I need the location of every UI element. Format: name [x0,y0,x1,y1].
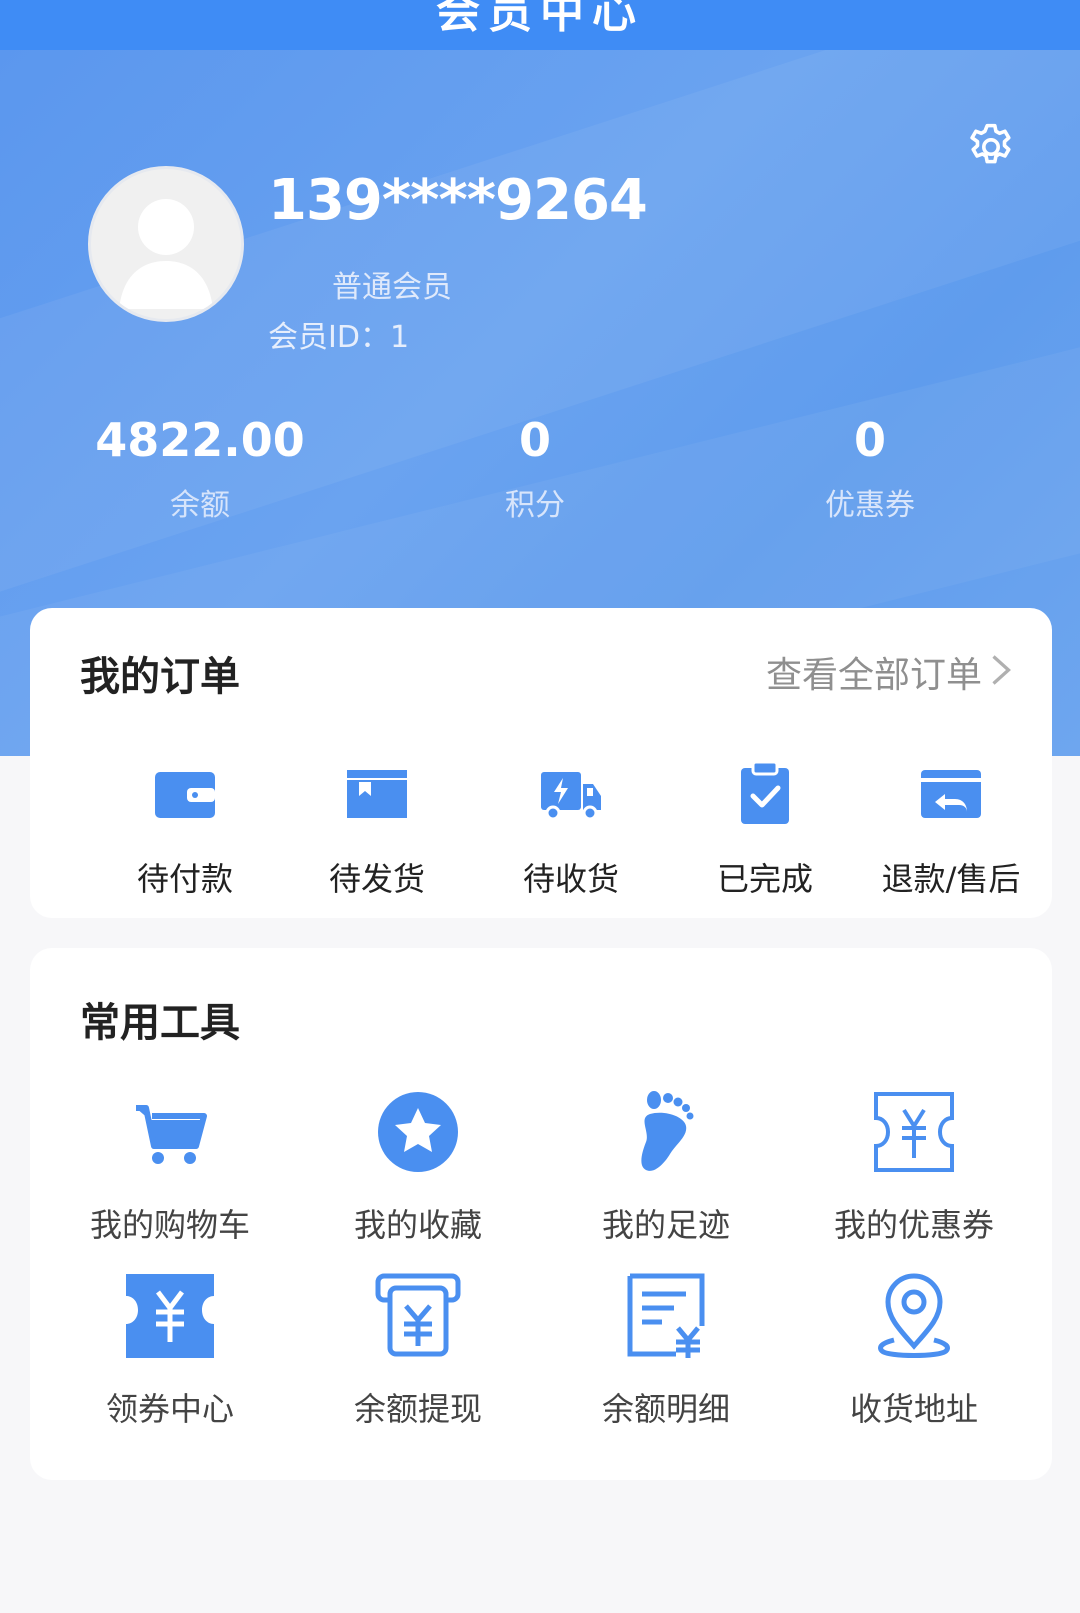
delivery-truck-icon [541,772,601,821]
stat-coupons[interactable]: 0 优惠券 [700,410,1040,524]
clipboard-check-icon [741,760,789,824]
stat-label: 余额 [170,488,230,523]
tool-footprints[interactable]: 我的足迹 [546,1086,786,1246]
order-refund[interactable]: 退款/售后 [856,758,1046,900]
stat-value: 0 [518,413,551,467]
balance-detail-icon [627,1273,705,1358]
page-title: 会员中心 [436,0,644,38]
tool-coupon-center[interactable]: 领券中心 [50,1270,290,1430]
stat-balance[interactable]: 4822.00 余额 [30,410,370,524]
order-label: 已完成 [716,860,813,898]
order-to-receive[interactable]: 待收货 [476,758,666,900]
user-phone: 139****9264 [268,168,648,233]
chevron-right-icon[interactable] [986,652,1016,688]
coupon-icon [874,1092,954,1172]
stat-label: 积分 [505,488,565,523]
star-icon [378,1092,458,1172]
tool-label: 我的足迹 [601,1206,730,1244]
member-level: 普通会员 [332,270,452,305]
order-label: 退款/售后 [881,860,1021,898]
footprint-icon [641,1091,694,1171]
coupon-center-icon [126,1274,214,1358]
view-all-orders-link[interactable]: 查看全部订单 [766,646,982,698]
tool-address[interactable]: 收货地址 [794,1270,1034,1430]
tool-label: 我的收藏 [353,1206,482,1244]
wallet-icon [155,772,215,818]
package-icon [347,770,407,818]
tool-withdraw[interactable]: 余额提现 [298,1270,538,1430]
refund-icon [921,770,981,818]
stat-points[interactable]: 0 积分 [365,410,705,524]
tool-label: 余额提现 [353,1390,482,1428]
gear-icon[interactable] [964,120,1018,174]
avatar[interactable] [88,166,244,322]
tool-label: 收货地址 [849,1390,978,1428]
tools-card: 常用工具 我的购物车 我的收藏 我的足迹 我的优惠券 领券中心 余额提现 余额明… [30,948,1052,1480]
tool-label: 余额明细 [601,1390,730,1428]
stat-label: 优惠券 [825,488,915,523]
order-label: 待发货 [328,860,425,898]
orders-title: 我的订单 [80,654,240,700]
member-id: 会员ID：1 [268,320,410,355]
default-avatar-icon [119,199,213,309]
tool-balance-detail[interactable]: 余额明细 [546,1270,786,1430]
order-pending-payment[interactable]: 待付款 [90,758,280,900]
order-label: 待收货 [522,860,619,898]
withdraw-icon [375,1273,461,1357]
tools-title: 常用工具 [80,1000,240,1046]
tool-favorites[interactable]: 我的收藏 [298,1086,538,1246]
stat-value: 4822.00 [95,413,305,467]
location-pin-icon [878,1273,950,1358]
stat-value: 0 [853,413,886,467]
cart-icon [136,1105,207,1164]
tool-label: 我的购物车 [89,1206,250,1244]
orders-card: 我的订单 查看全部订单 待付款 待发货 待收货 已完成 退款/售后 [30,608,1052,918]
tool-my-coupons[interactable]: 我的优惠券 [794,1086,1034,1246]
tool-label: 领券中心 [105,1390,234,1428]
order-completed[interactable]: 已完成 [670,758,860,900]
order-to-ship[interactable]: 待发货 [282,758,472,900]
tool-label: 我的优惠券 [833,1206,994,1244]
tool-cart[interactable]: 我的购物车 [50,1086,290,1246]
order-label: 待付款 [136,860,233,898]
top-bar: 会员中心 [0,0,1080,50]
